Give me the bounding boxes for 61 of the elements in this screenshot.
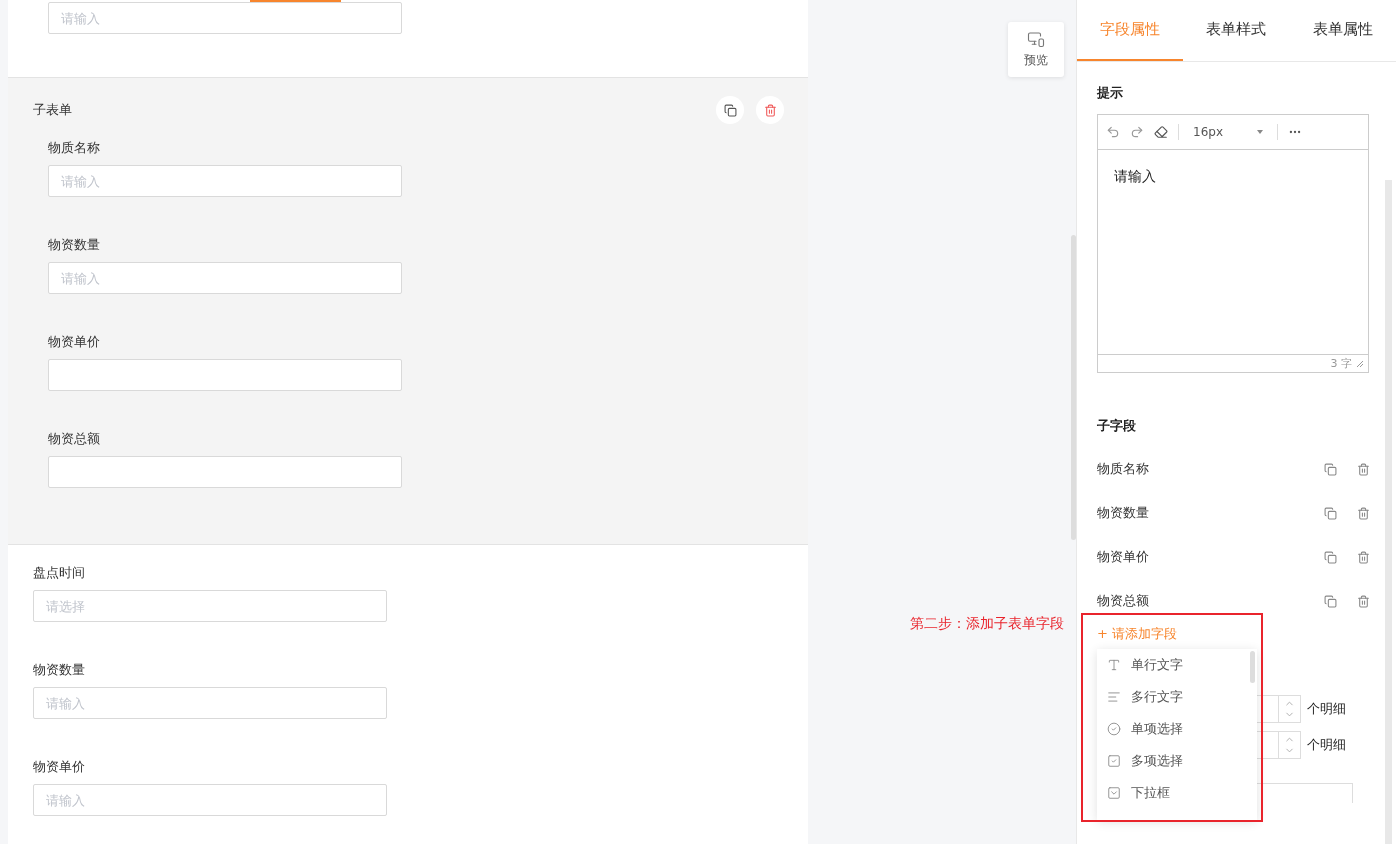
copy-icon[interactable] bbox=[1324, 462, 1337, 476]
unit-label: 个明细 bbox=[1307, 700, 1346, 718]
tab[interactable]: 表单样式 bbox=[1183, 0, 1290, 61]
copy-icon[interactable] bbox=[1324, 506, 1337, 520]
tab[interactable]: 表单属性 bbox=[1289, 0, 1396, 61]
section-title: 提示 bbox=[1097, 84, 1124, 102]
menu-item[interactable]: 多行文字 bbox=[1097, 681, 1257, 713]
redo-icon[interactable] bbox=[1130, 125, 1144, 139]
field-label: 物资单价 bbox=[48, 333, 101, 351]
resize-handle-icon[interactable] bbox=[1356, 359, 1364, 368]
menu-item[interactable]: 单项选择 bbox=[1097, 713, 1257, 745]
menu-item[interactable]: 下拉框 bbox=[1097, 777, 1257, 809]
rich-text-editor[interactable]: 16px 请输入 3 字 bbox=[1097, 114, 1369, 373]
square-check-icon bbox=[1107, 754, 1121, 768]
input-field[interactable]: 请输入 bbox=[33, 687, 387, 719]
field-label: 盘点时间 bbox=[33, 564, 86, 582]
unit-label: 个明细 bbox=[1307, 736, 1346, 754]
field-label: 物资数量 bbox=[48, 236, 101, 254]
scrollbar[interactable] bbox=[1071, 235, 1076, 540]
subform-title: 子表单 bbox=[33, 101, 72, 119]
input-field[interactable]: 请输入 bbox=[48, 2, 402, 34]
text-icon bbox=[1107, 658, 1121, 672]
input-field[interactable]: 请选择 bbox=[33, 590, 387, 622]
field-label: 物质名称 bbox=[48, 139, 101, 157]
copy-icon bbox=[723, 103, 737, 117]
field-label: 物资数量 bbox=[33, 661, 86, 679]
circle-check-icon bbox=[1107, 722, 1121, 736]
subfield-label: 物资总额 bbox=[1097, 592, 1149, 610]
trash-icon bbox=[763, 103, 777, 117]
subfield-label: 物资数量 bbox=[1097, 504, 1149, 522]
field-label: 物资单价 bbox=[33, 758, 86, 776]
char-count: 3 字 bbox=[1330, 356, 1352, 371]
devices-icon bbox=[1027, 30, 1045, 48]
copy-icon[interactable] bbox=[1324, 550, 1337, 564]
input-field[interactable]: 请输入 bbox=[48, 165, 402, 197]
delete-icon[interactable] bbox=[1357, 462, 1370, 476]
input-field[interactable]: 请输入 bbox=[33, 784, 387, 816]
input-field[interactable]: 请输入 bbox=[48, 262, 402, 294]
menu-item[interactable]: 多项选择 bbox=[1097, 745, 1257, 777]
delete-icon[interactable] bbox=[1357, 506, 1370, 520]
copy-icon[interactable] bbox=[1324, 594, 1337, 608]
editor-text: 请输入 bbox=[1113, 167, 1157, 186]
dropdown-icon bbox=[1107, 786, 1121, 800]
font-size-select[interactable]: 16px bbox=[1189, 125, 1267, 139]
menu-item[interactable]: 单行文字 bbox=[1097, 649, 1257, 681]
copy-button[interactable] bbox=[716, 96, 744, 124]
paragraph-icon bbox=[1107, 690, 1121, 704]
scrollbar[interactable] bbox=[1250, 651, 1255, 683]
subfield-label: 物资单价 bbox=[1097, 548, 1149, 566]
section-title: 子字段 bbox=[1097, 417, 1137, 435]
subfield-label: 物质名称 bbox=[1097, 460, 1149, 478]
input-field[interactable] bbox=[48, 456, 402, 488]
delete-icon[interactable] bbox=[1357, 594, 1370, 608]
eraser-icon[interactable] bbox=[1154, 125, 1168, 139]
input-field[interactable] bbox=[48, 359, 402, 391]
field-label: 物资总额 bbox=[48, 430, 101, 448]
delete-button[interactable] bbox=[756, 96, 784, 124]
delete-icon[interactable] bbox=[1357, 550, 1370, 564]
preview-button[interactable]: 预览 bbox=[1008, 22, 1064, 77]
undo-icon[interactable] bbox=[1106, 125, 1120, 139]
annotation-text: 第二步：添加子表单字段 bbox=[910, 615, 1064, 633]
